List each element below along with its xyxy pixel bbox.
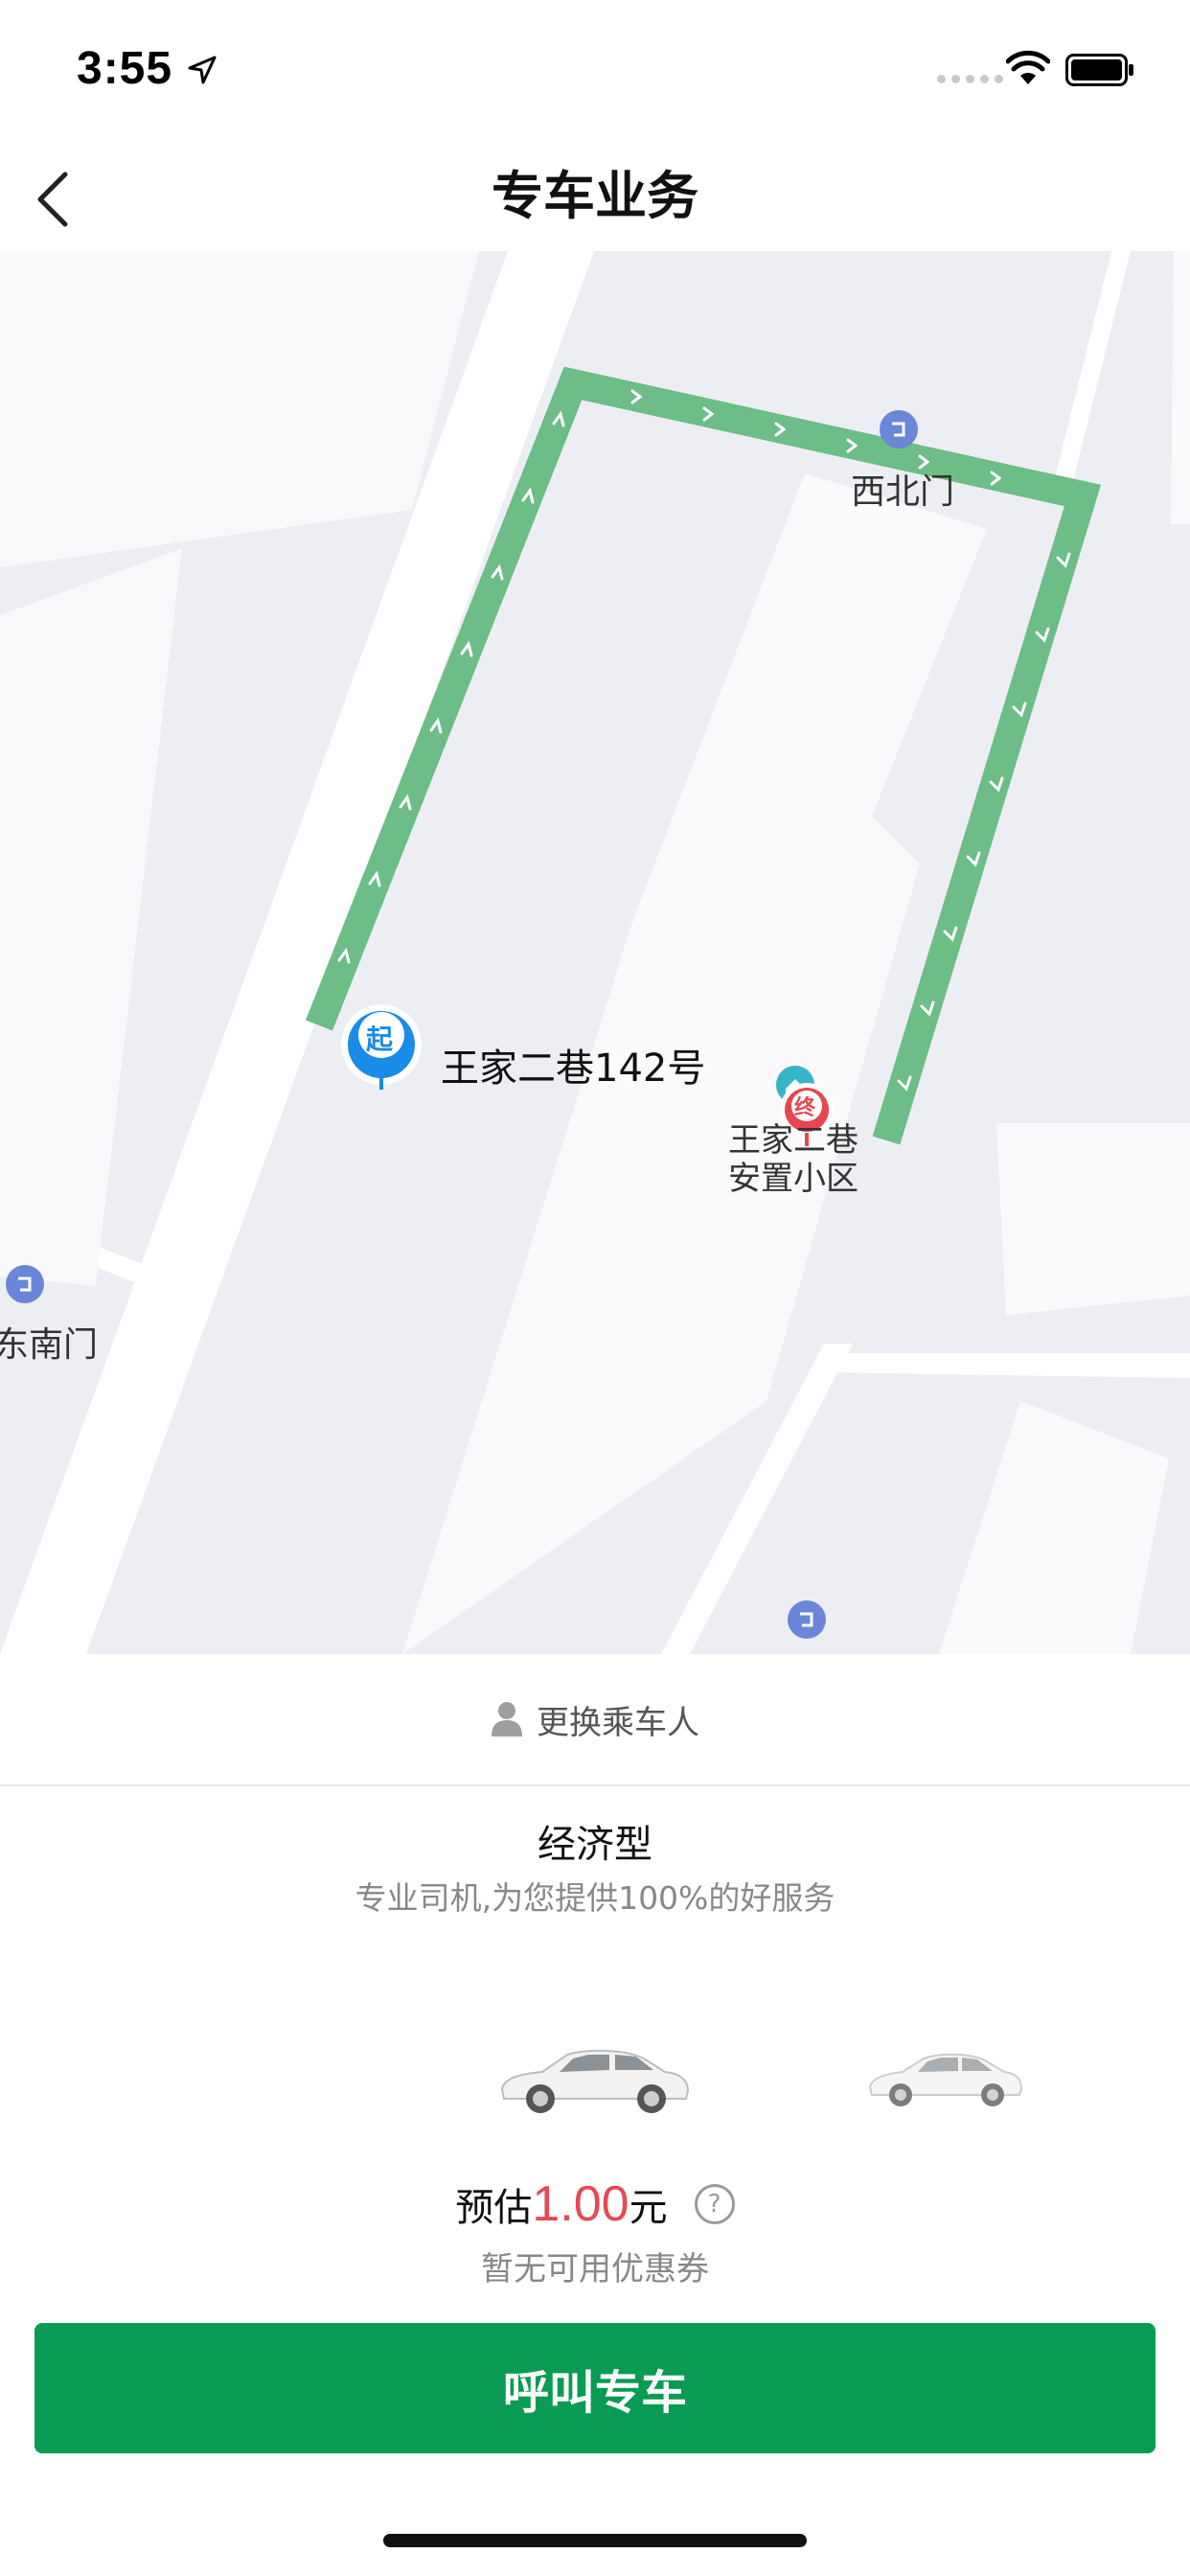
navigation-bar: 专车业务 — [0, 144, 1190, 251]
cellular-signal-icon — [937, 75, 1003, 83]
coupon-status: 暂无可用优惠券 — [481, 2250, 709, 2288]
map-road-cross — [824, 1353, 1190, 1378]
start-address-label: 王家二巷142号 — [441, 1046, 706, 1091]
map-block — [939, 1401, 1169, 1654]
wifi-icon — [1006, 50, 1050, 84]
fare-estimate: 预估1.00元? — [0, 2175, 1190, 2233]
route-map[interactable]: 起 终 王家二巷142号 王家二巷 安置小区 西北门 东南门 — [0, 251, 1190, 1654]
person-icon — [492, 1702, 522, 1736]
change-passenger-button[interactable]: 更换乘车人 — [0, 1654, 1190, 1786]
estimate-prefix: 预估 — [455, 2186, 533, 2230]
help-question-icon[interactable]: ? — [694, 2184, 735, 2224]
page-title: 专车业务 — [492, 166, 698, 226]
home-indicator — [383, 2534, 807, 2547]
selected-car-icon[interactable] — [492, 2039, 694, 2116]
call-car-button[interactable]: 呼叫专车 — [34, 2323, 1156, 2453]
destination-line2: 安置小区 — [728, 1160, 858, 1198]
poi-bottom-gate-icon — [788, 1600, 826, 1639]
map-block — [1171, 251, 1190, 524]
location-arrow-icon — [188, 56, 217, 84]
end-badge: 终 — [794, 1096, 816, 1120]
car-type-description: 专业司机,为您提供100%的好服务 — [355, 1879, 835, 1917]
status-bar: 3:55 — [0, 0, 1190, 144]
destination-label: 王家二巷 安置小区 — [728, 1121, 858, 1198]
change-passenger-label: 更换乘车人 — [537, 1703, 699, 1742]
map-block — [0, 548, 182, 1286]
start-badge: 起 — [366, 1024, 394, 1055]
estimate-suffix: 元 — [629, 2186, 668, 2230]
map-block — [0, 251, 479, 567]
estimate-price: 1.00 — [532, 2176, 629, 2232]
map-canvas — [0, 251, 1190, 1654]
battery-icon — [1065, 54, 1133, 86]
poi-southeast-gate-label: 东南门 — [0, 1325, 99, 1365]
poi-southeast-gate-icon — [6, 1265, 44, 1303]
destination-line1: 王家二巷 — [728, 1121, 858, 1160]
poi-northwest-gate-label: 西北门 — [851, 472, 955, 512]
poi-northwest-gate-icon — [880, 410, 918, 448]
alternate-car-icon[interactable] — [864, 2045, 1025, 2108]
map-block — [996, 1123, 1190, 1315]
status-time: 3:55 — [77, 43, 173, 94]
car-type-title: 经济型 — [538, 1823, 652, 1867]
